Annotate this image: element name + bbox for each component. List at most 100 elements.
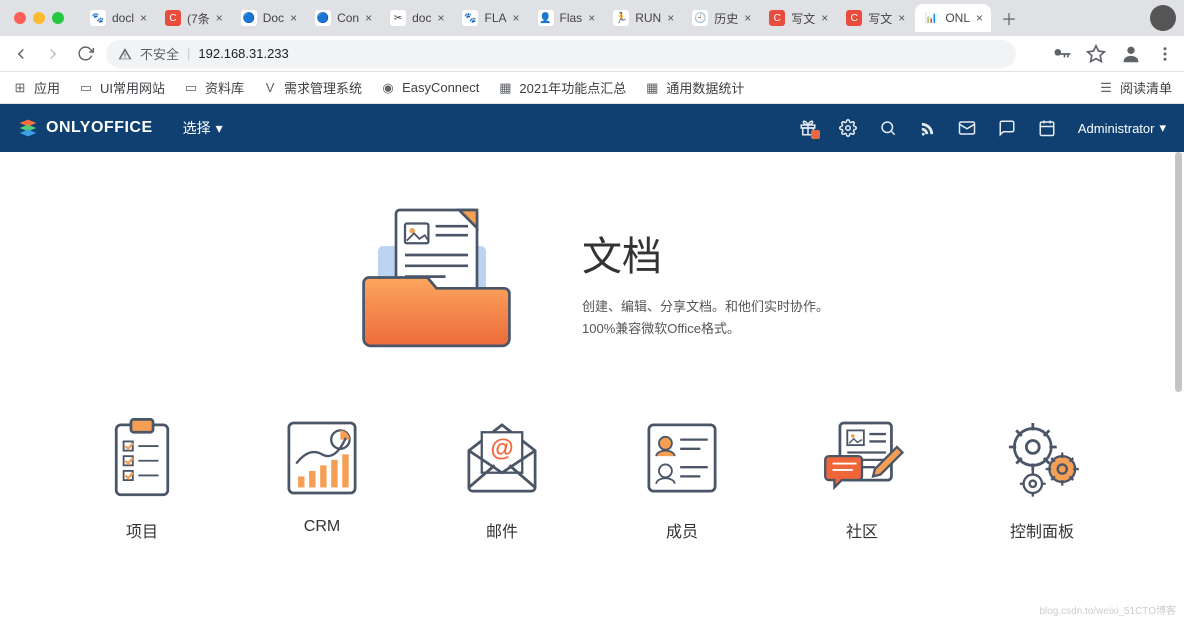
- module-community[interactable]: 社区: [802, 412, 922, 542]
- bookmark-item[interactable]: ⊞应用: [12, 78, 60, 97]
- tab-label: 写文: [791, 10, 815, 27]
- favicon-icon: 🏃: [613, 10, 629, 26]
- browser-tab[interactable]: C写文×: [838, 4, 913, 32]
- calendar-icon[interactable]: [1038, 119, 1056, 137]
- bookmark-item[interactable]: ▦2021年功能点汇总: [497, 78, 626, 97]
- user-menu[interactable]: Administrator ▾: [1078, 120, 1166, 136]
- address-bar[interactable]: 不安全 | 192.168.31.233: [106, 40, 1016, 68]
- scrollbar[interactable]: [1174, 152, 1182, 621]
- tab-label: FLA: [484, 11, 506, 25]
- back-button[interactable]: [10, 45, 32, 63]
- favicon-icon: 🐾: [90, 10, 106, 26]
- bookmark-icon: V: [262, 80, 278, 96]
- community-icon: [816, 412, 908, 504]
- module-mail[interactable]: @ 邮件: [442, 412, 562, 542]
- reading-list-button[interactable]: ☰ 阅读清单: [1098, 78, 1172, 97]
- bookmark-item[interactable]: ▭UI常用网站: [78, 78, 165, 97]
- module-label: 控制面板: [1010, 518, 1074, 542]
- brand-logo[interactable]: ONLYOFFICE: [18, 118, 153, 138]
- forward-button[interactable]: [42, 45, 64, 63]
- bookmark-icon: ▦: [644, 80, 660, 96]
- favicon-icon: C: [769, 10, 785, 26]
- module-label: 社区: [846, 518, 878, 542]
- maximize-window-icon[interactable]: [52, 12, 64, 24]
- user-icon[interactable]: [1120, 43, 1142, 65]
- hero-title: 文档: [582, 224, 842, 282]
- warning-icon: [118, 47, 132, 61]
- browser-tab[interactable]: 🔵Doc×: [233, 4, 305, 32]
- close-tab-icon[interactable]: ×: [821, 11, 828, 25]
- close-tab-icon[interactable]: ×: [365, 11, 372, 25]
- watermark: blog.csdn.to/weixi_51CTO博客: [1039, 602, 1176, 617]
- module-people[interactable]: 成员: [622, 412, 742, 542]
- close-tab-icon[interactable]: ×: [667, 11, 674, 25]
- module-crm[interactable]: CRM: [262, 412, 382, 542]
- reload-button[interactable]: [74, 45, 96, 62]
- close-tab-icon[interactable]: ×: [898, 11, 905, 25]
- favicon-icon: C: [846, 10, 862, 26]
- user-label: Administrator: [1078, 121, 1155, 136]
- browser-tab[interactable]: ✂doc×: [382, 4, 452, 32]
- browser-tab[interactable]: 📊ONL×: [915, 4, 991, 32]
- minimize-window-icon[interactable]: [33, 12, 45, 24]
- menu-icon[interactable]: [1156, 45, 1174, 63]
- bookmark-item[interactable]: ▦通用数据统计: [644, 78, 744, 97]
- chat-icon[interactable]: [998, 119, 1016, 137]
- hero-desc: 创建、编辑、分享文档。和他们实时协作。100%兼容微软Office格式。: [582, 296, 842, 340]
- close-tab-icon[interactable]: ×: [216, 11, 223, 25]
- close-tab-icon[interactable]: ×: [976, 11, 983, 25]
- documents-hero-icon: [342, 192, 522, 372]
- bookmark-item[interactable]: V 需求管理系统: [262, 78, 362, 97]
- close-tab-icon[interactable]: ×: [437, 11, 444, 25]
- key-icon[interactable]: [1052, 44, 1072, 64]
- brand-text: ONLYOFFICE: [46, 119, 153, 137]
- main-content: 文档 创建、编辑、分享文档。和他们实时协作。100%兼容微软Office格式。 …: [0, 152, 1184, 621]
- bookmark-label: 需求管理系统: [284, 78, 362, 97]
- list-icon: ☰: [1098, 80, 1114, 96]
- browser-tab[interactable]: 👤Flas×: [530, 4, 604, 32]
- tab-label: 历史: [714, 10, 738, 27]
- select-label: 选择: [183, 118, 211, 138]
- module-label: CRM: [304, 518, 340, 536]
- svg-text:@: @: [490, 435, 513, 462]
- modules-grid: 项目 CRM @ 邮件: [0, 402, 1184, 572]
- browser-tab[interactable]: 🐾docl×: [82, 4, 155, 32]
- bookmark-icon: ▭: [183, 80, 199, 96]
- gear-icon[interactable]: [839, 119, 857, 137]
- module-control-panel[interactable]: 控制面板: [982, 412, 1102, 542]
- onlyoffice-logo-icon: [18, 118, 38, 138]
- select-dropdown[interactable]: 选择 ▾: [183, 118, 223, 138]
- close-tab-icon[interactable]: ×: [588, 11, 595, 25]
- bookmark-item[interactable]: ◉EasyConnect: [380, 78, 479, 97]
- chevron-down-icon: ▾: [1159, 120, 1166, 136]
- new-tab-button[interactable]: ＋: [995, 4, 1023, 32]
- browser-tab[interactable]: 🏃RUN×: [605, 4, 682, 32]
- app-header: ONLYOFFICE 选择 ▾ Administrator ▾: [0, 104, 1184, 152]
- gift-icon[interactable]: [799, 119, 817, 137]
- bookmark-icon: ◉: [380, 80, 396, 96]
- search-icon[interactable]: [879, 119, 897, 137]
- close-window-icon[interactable]: [14, 12, 26, 24]
- browser-tab[interactable]: C(7条×: [157, 4, 231, 32]
- browser-tab[interactable]: C 写文 ×: [761, 4, 836, 32]
- feed-icon[interactable]: [919, 120, 936, 137]
- favicon-icon: C: [165, 10, 181, 26]
- mail-icon[interactable]: [958, 119, 976, 137]
- close-tab-icon[interactable]: ×: [513, 11, 520, 25]
- close-tab-icon[interactable]: ×: [140, 11, 147, 25]
- favicon-icon: 📊: [923, 10, 939, 26]
- profile-avatar-icon[interactable]: [1150, 5, 1176, 31]
- star-icon[interactable]: [1086, 44, 1106, 64]
- module-projects[interactable]: 项目: [82, 412, 202, 542]
- bookmark-label: 资料库: [205, 78, 244, 97]
- people-icon: [636, 412, 728, 504]
- favicon-icon: 🔵: [241, 10, 257, 26]
- favicon-icon: 🕘: [692, 10, 708, 26]
- close-tab-icon[interactable]: ×: [290, 11, 297, 25]
- bookmark-item[interactable]: ▭ 资料库: [183, 78, 244, 97]
- close-tab-icon[interactable]: ×: [744, 11, 751, 25]
- security-label: 不安全: [140, 44, 179, 63]
- browser-tab[interactable]: 🐾FLA×: [454, 4, 527, 32]
- browser-tab[interactable]: 🔵Con×: [307, 4, 380, 32]
- browser-tab[interactable]: 🕘 历史 ×: [684, 4, 759, 32]
